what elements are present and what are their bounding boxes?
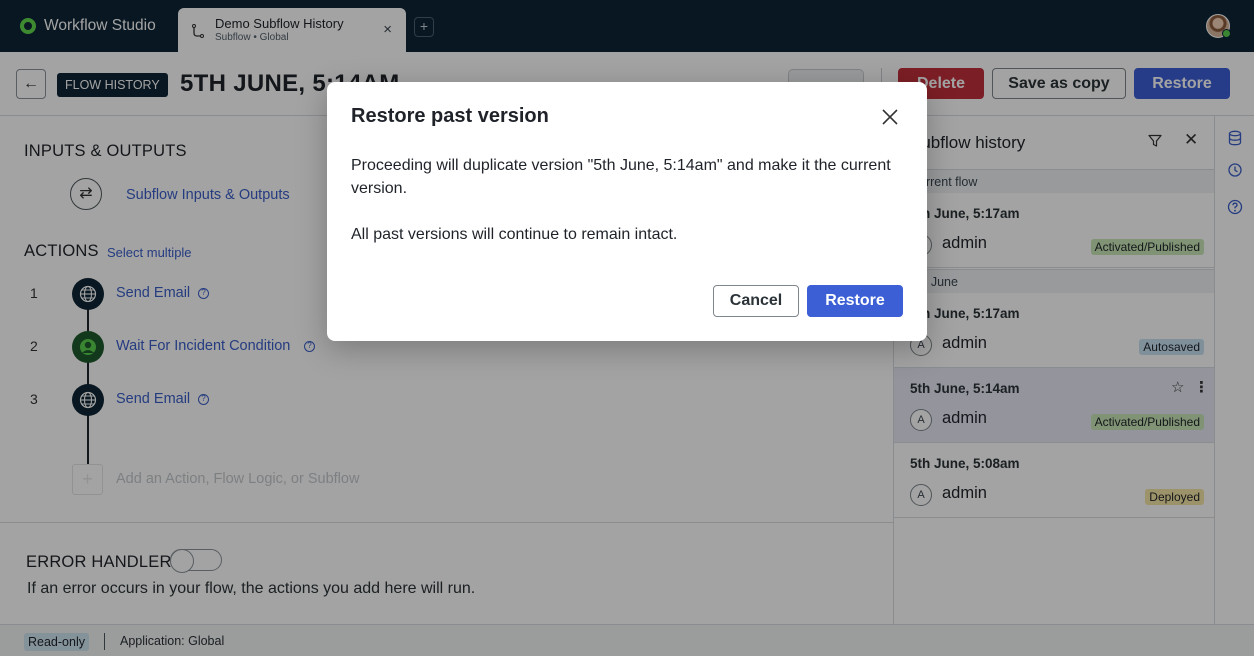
- dialog-title: Restore past version: [351, 105, 549, 127]
- confirm-restore-button[interactable]: Restore: [807, 285, 903, 317]
- dialog-note: All past versions will continue to remai…: [351, 226, 678, 243]
- cancel-button[interactable]: Cancel: [713, 285, 799, 317]
- restore-past-version-dialog: Restore past version Proceeding will dup…: [327, 82, 927, 341]
- dialog-body: Proceeding will duplicate version "5th J…: [351, 154, 891, 246]
- dialog-message: Proceeding will duplicate version "5th J…: [351, 157, 891, 197]
- close-icon[interactable]: [879, 106, 901, 128]
